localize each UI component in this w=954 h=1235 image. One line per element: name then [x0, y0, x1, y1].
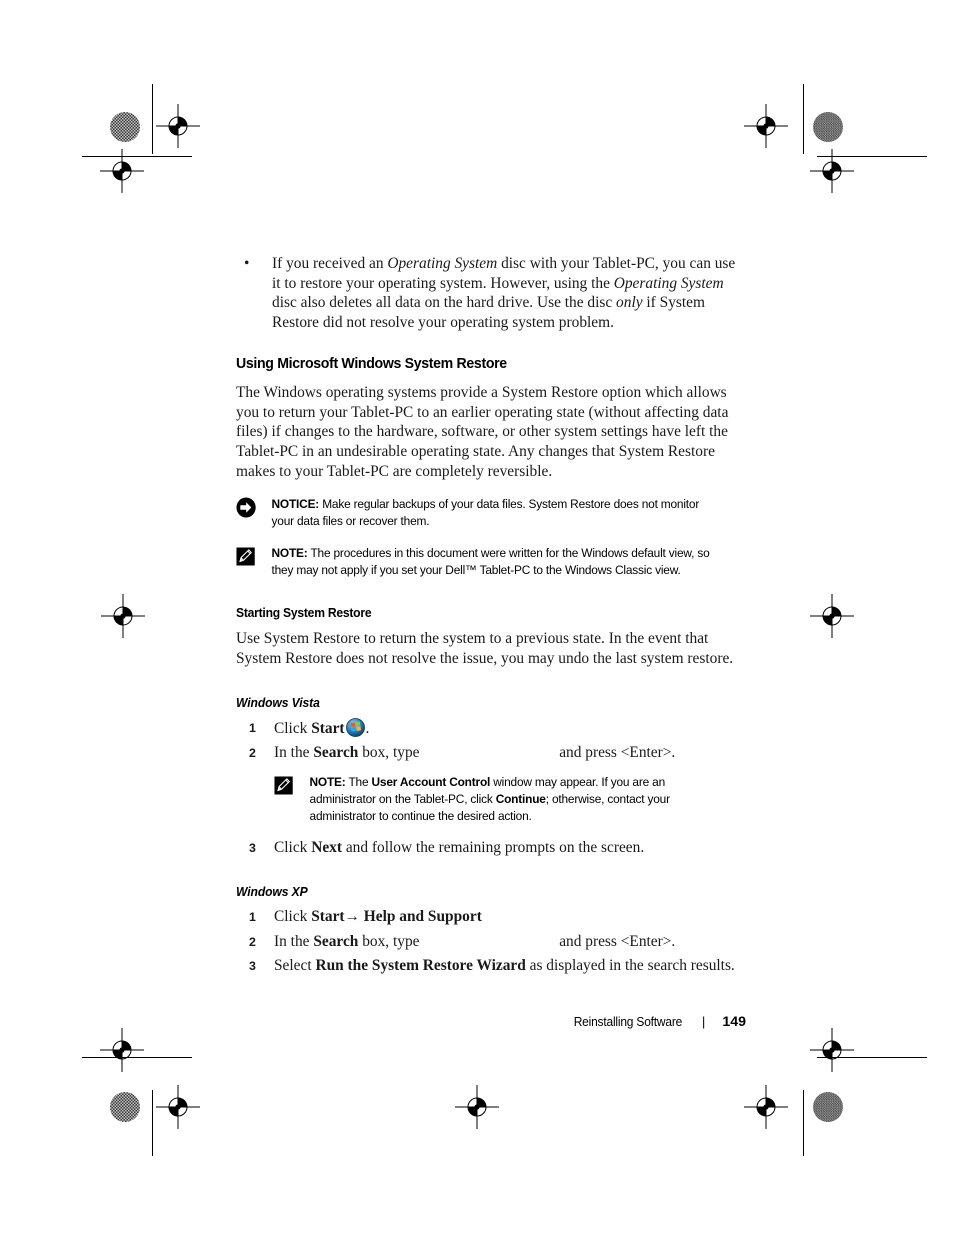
plain-text: Click: [274, 839, 312, 857]
bullet-marker: •: [244, 255, 250, 272]
vista-start-orb-icon[interactable]: [345, 717, 365, 737]
intro-paragraph: The Windows operating systems provide a …: [236, 383, 729, 480]
os-heading-xp: Windows XP: [236, 883, 308, 899]
step-text: In the Search box, type and press <Enter…: [274, 933, 675, 950]
strong-text: Continue: [495, 792, 546, 807]
page-footer: Reinstalling Software | 149: [0, 1014, 954, 1030]
plain-text: and follow the remaining prompts on the …: [341, 839, 645, 857]
step-text: Click Next and follow the remaining prom…: [274, 839, 644, 856]
plain-text: In the: [274, 932, 314, 950]
note-label: NOTE:: [309, 775, 346, 790]
plain-text: Click: [274, 719, 312, 737]
emphasis-text: only: [616, 294, 643, 312]
strong-text: Search: [313, 932, 359, 950]
plain-text: If you received an: [272, 255, 388, 272]
plain-text: box, type: [358, 932, 424, 950]
plain-text: and press <Enter>.: [555, 932, 676, 950]
step-text: Click Start→ Help and Support: [274, 908, 482, 925]
page-content: • If you received an Operating System di…: [236, 254, 738, 981]
strong-text: Start: [311, 719, 345, 737]
list-item: 3 Select Run the System Restore Wizard a…: [236, 956, 738, 976]
notice-callout: NOTICE: Make regular backups of your dat…: [236, 496, 718, 530]
xp-steps: 1 Click Start→ Help and Support 2 In the…: [236, 907, 738, 976]
plain-text: The: [345, 775, 372, 790]
sub-paragraph: Use System Restore to return the system …: [236, 630, 734, 668]
strong-text: Next: [311, 839, 342, 857]
footer-separator: |: [702, 1015, 706, 1029]
emphasis-text: Operating System: [387, 255, 498, 272]
note-text: The procedures in this document were wri…: [271, 546, 710, 578]
step-number: 2: [249, 934, 256, 949]
strong-text: Start→ Help and Support: [311, 907, 482, 925]
notice-text: Make regular backups of your data files.…: [271, 497, 700, 529]
plain-text: and press <Enter>.: [555, 744, 676, 762]
list-item: • If you received an Operating System di…: [236, 254, 738, 333]
note-pencil-icon: [236, 546, 256, 567]
step-text: Select Run the System Restore Wizard as …: [274, 957, 735, 974]
nested-note-callout: NOTE: The User Account Control window ma…: [274, 774, 719, 825]
page-number: 149: [722, 1014, 746, 1030]
step-number: 1: [249, 909, 256, 924]
strong-text: Search: [313, 744, 359, 762]
list-item: 2 In the Search box, type and press <Ent…: [236, 932, 738, 952]
list-item: 3 Click Next and follow the remaining pr…: [236, 838, 738, 858]
footer-section-title: Reinstalling Software: [573, 1015, 683, 1029]
plain-text: .: [365, 719, 370, 737]
plain-text: disc also deletes all data on the hard d…: [272, 294, 617, 312]
note-text: The User Account Control window may appe…: [310, 775, 671, 823]
bullet-list: • If you received an Operating System di…: [236, 254, 738, 333]
strong-text: Run the System Restore Wizard: [315, 957, 526, 975]
step-text: In the Search box, type and press <Enter…: [274, 744, 675, 761]
note-pencil-icon: [274, 775, 294, 796]
step-text: Click Start.: [274, 717, 370, 737]
sub-heading: Starting System Restore: [236, 605, 372, 621]
plain-text: as displayed in the search results.: [525, 957, 735, 975]
notice-arrow-icon: [236, 497, 256, 518]
vista-steps: 1 Click Start. 2 In the Search box, type…: [236, 717, 738, 858]
emphasis-text: Operating System: [613, 274, 724, 292]
os-heading-vista: Windows Vista: [236, 694, 320, 710]
plain-text: In the: [274, 744, 314, 762]
bullet-text: If you received an Operating System disc…: [272, 255, 735, 331]
notice-label: NOTICE:: [271, 497, 320, 512]
list-item: 1 Click Start→ Help and Support: [236, 907, 738, 927]
note-label: NOTE:: [271, 546, 308, 561]
step-number: 2: [249, 746, 256, 761]
step-number: 1: [249, 720, 256, 735]
document-page: • If you received an Operating System di…: [0, 0, 954, 1235]
plain-text: box, type: [358, 744, 424, 762]
list-item: 1 Click Start.: [236, 717, 738, 739]
plain-text: Select: [274, 957, 316, 975]
list-item: 2 In the Search box, type and press <Ent…: [236, 743, 738, 825]
plain-text: Click: [274, 907, 312, 925]
step-number: 3: [249, 959, 256, 974]
note-callout: NOTE: The procedures in this document we…: [236, 545, 718, 579]
strong-text: User Account Control: [371, 775, 491, 790]
step-number: 3: [249, 841, 256, 856]
page-title: Using Microsoft Windows System Restore: [236, 354, 507, 372]
